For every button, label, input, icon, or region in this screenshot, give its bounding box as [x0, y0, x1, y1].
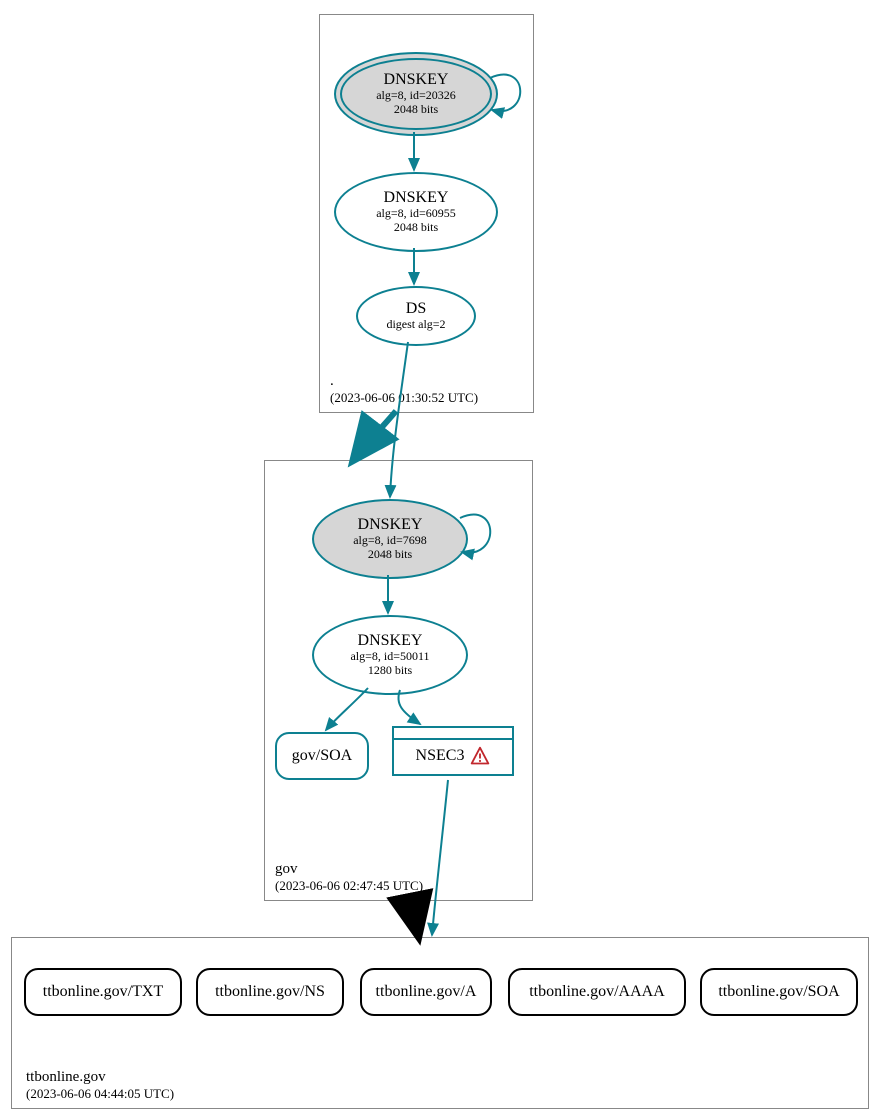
dnskey-bits: 2048 bits	[394, 221, 438, 235]
dnskey-alg: alg=8, id=7698	[353, 534, 427, 548]
ds-alg: digest alg=2	[386, 318, 445, 332]
dnskey-title: DNSKEY	[384, 189, 449, 207]
zone-root-timestamp: (2023-06-06 01:30:52 UTC)	[330, 390, 478, 406]
record-label: ttbonline.gov/TXT	[43, 983, 163, 1001]
warning-icon	[470, 746, 490, 766]
ds-title: DS	[406, 300, 426, 318]
record-label: ttbonline.gov/SOA	[718, 983, 839, 1001]
record-a: ttbonline.gov/A	[360, 968, 492, 1016]
zone-leaf-label: ttbonline.gov	[26, 1069, 106, 1086]
record-label: ttbonline.gov/A	[376, 983, 477, 1001]
record-ns: ttbonline.gov/NS	[196, 968, 344, 1016]
dnskey-bits: 2048 bits	[394, 103, 438, 117]
zone-gov-timestamp: (2023-06-06 02:47:45 UTC)	[275, 878, 423, 894]
root-dnskey-ksk: DNSKEY alg=8, id=20326 2048 bits	[334, 52, 498, 136]
record-txt: ttbonline.gov/TXT	[24, 968, 182, 1016]
zone-leaf: ttbonline.gov (2023-06-06 04:44:05 UTC)	[11, 937, 869, 1109]
dnskey-bits: 1280 bits	[368, 664, 412, 678]
nsec3-label: NSEC3	[416, 747, 465, 765]
dnskey-bits: 2048 bits	[368, 548, 412, 562]
dnskey-alg: alg=8, id=20326	[376, 89, 456, 103]
record-label: ttbonline.gov/AAAA	[529, 983, 665, 1001]
gov-nsec3: NSEC3	[392, 726, 514, 776]
record-label: gov/SOA	[292, 747, 352, 765]
dnskey-title: DNSKEY	[384, 71, 449, 89]
zone-root-label: .	[330, 373, 334, 390]
dnskey-title: DNSKEY	[358, 632, 423, 650]
record-aaaa: ttbonline.gov/AAAA	[508, 968, 686, 1016]
record-soa: ttbonline.gov/SOA	[700, 968, 858, 1016]
gov-dnskey-zsk: DNSKEY alg=8, id=50011 1280 bits	[312, 615, 468, 695]
gov-dnskey-ksk: DNSKEY alg=8, id=7698 2048 bits	[312, 499, 468, 579]
root-ds: DS digest alg=2	[356, 286, 476, 346]
root-dnskey-zsk: DNSKEY alg=8, id=60955 2048 bits	[334, 172, 498, 252]
gov-soa: gov/SOA	[275, 732, 369, 780]
zone-leaf-timestamp: (2023-06-06 04:44:05 UTC)	[26, 1086, 174, 1102]
dnskey-alg: alg=8, id=60955	[376, 207, 456, 221]
dnskey-alg: alg=8, id=50011	[350, 650, 429, 664]
record-label: ttbonline.gov/NS	[215, 983, 325, 1001]
zone-gov-label: gov	[275, 861, 298, 878]
dnskey-title: DNSKEY	[358, 516, 423, 534]
